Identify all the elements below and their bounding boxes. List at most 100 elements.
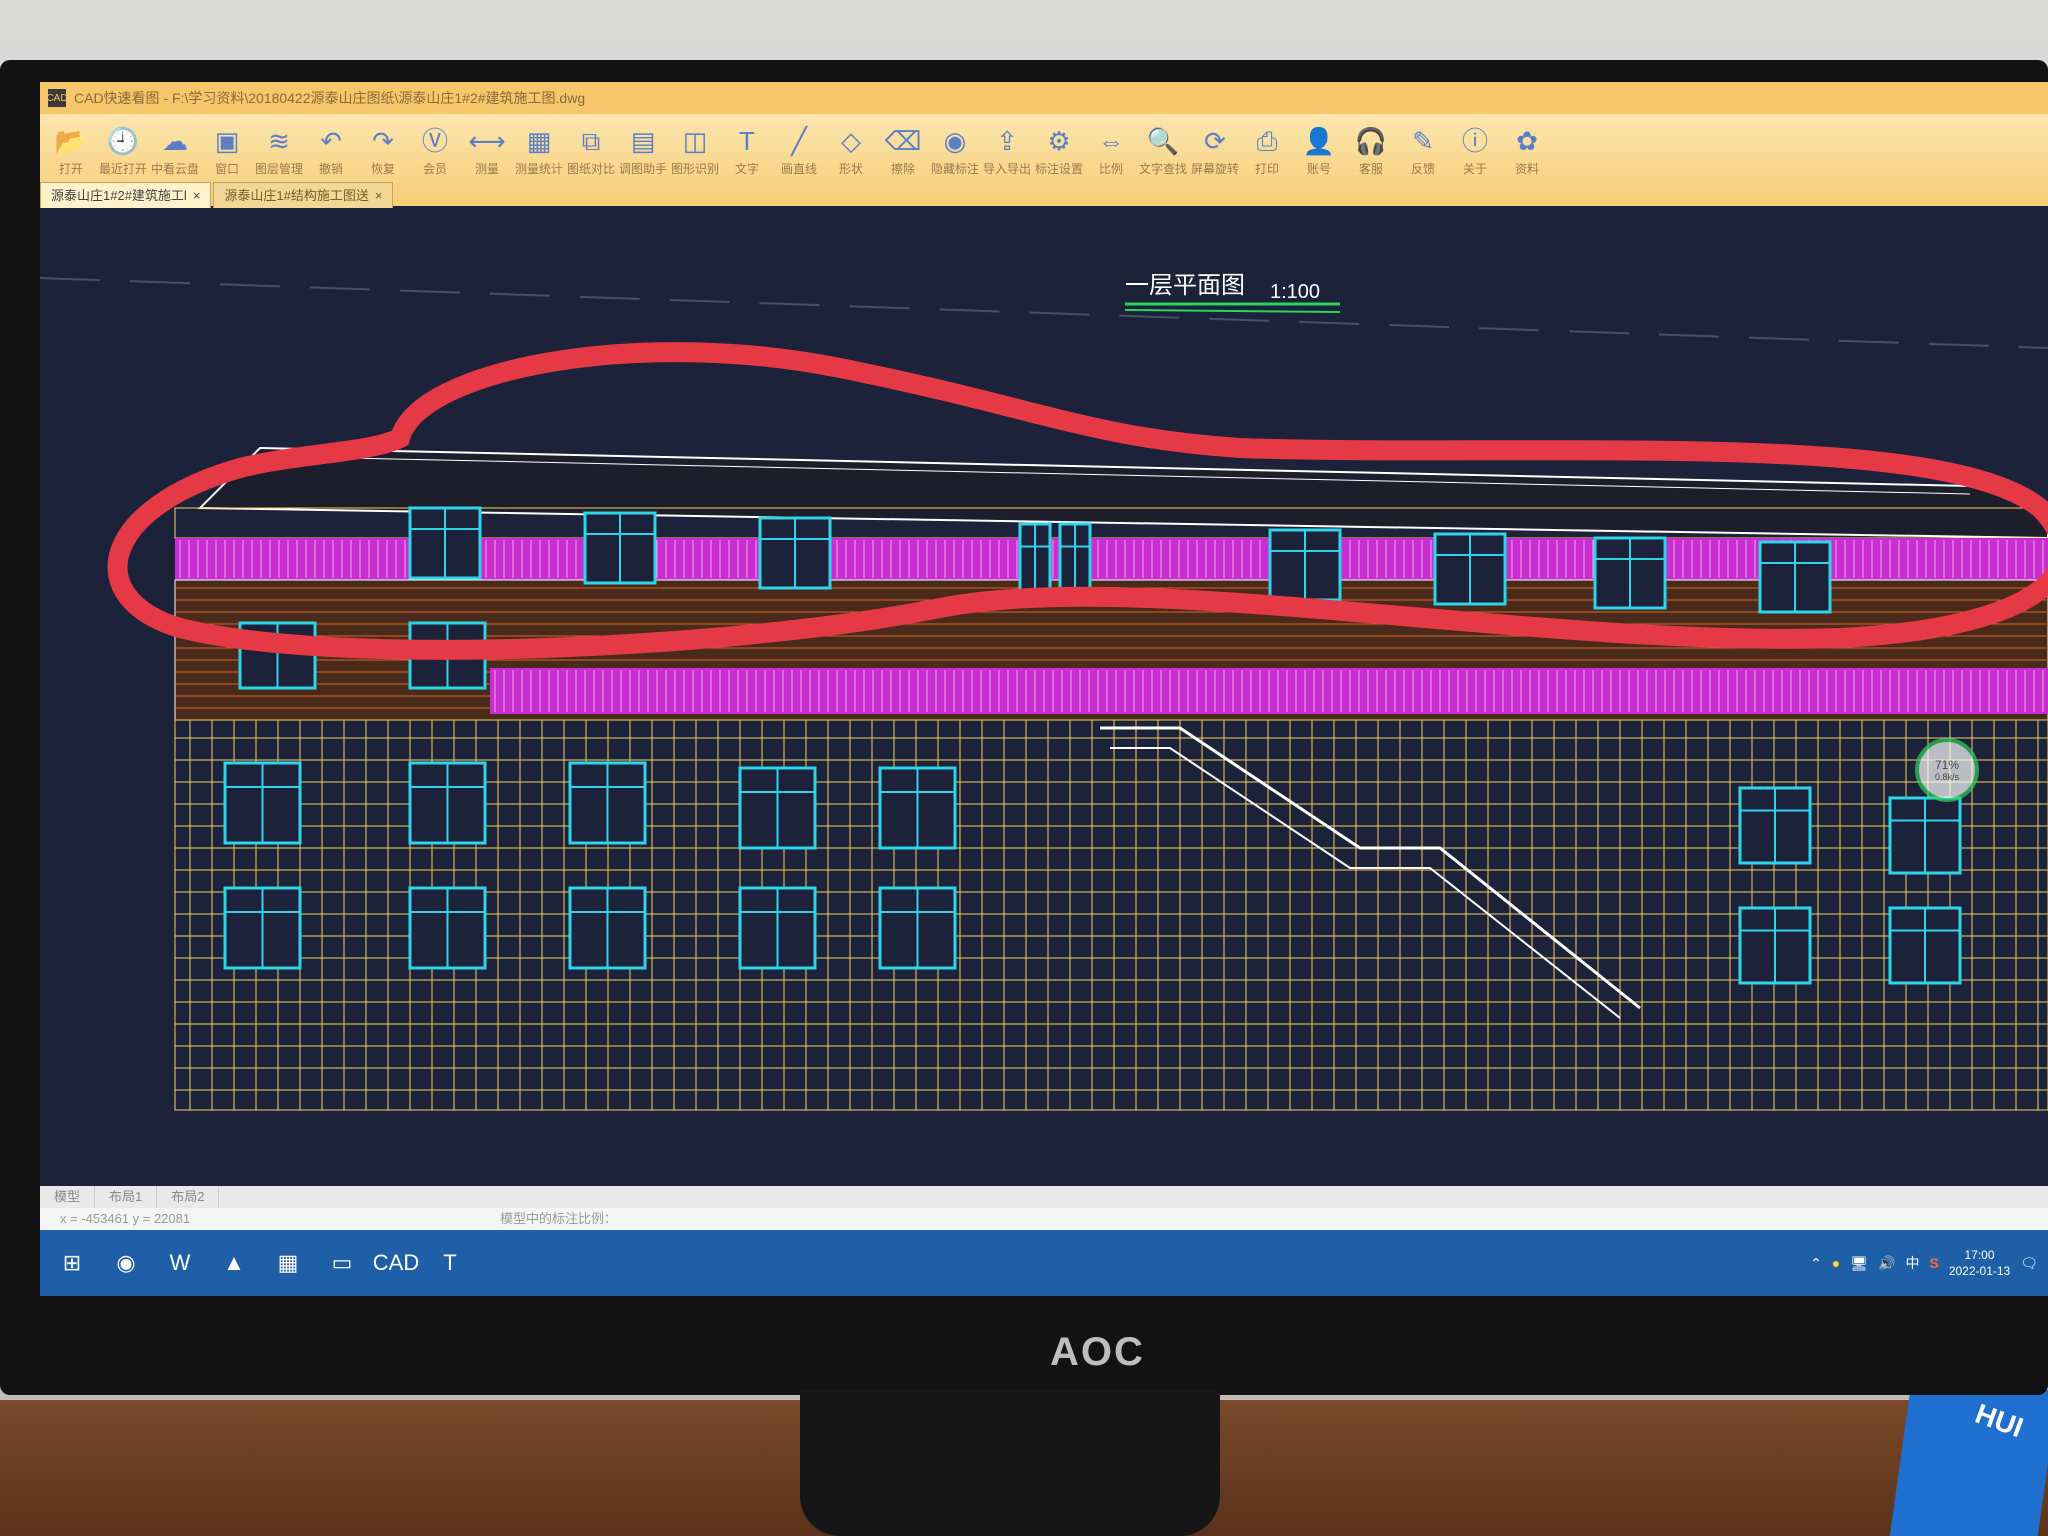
window: [758, 516, 832, 590]
cloud-icon: ☁: [162, 126, 188, 156]
document-tabs: 源泰山庄1#2#建筑施工l × 源泰山庄1#结构施工图送 ×: [40, 182, 395, 210]
tray-chevron-icon[interactable]: ⌃: [1810, 1255, 1822, 1272]
support-icon: 🎧: [1354, 126, 1388, 156]
ribbon-tool-label: 导入导出: [982, 162, 1031, 176]
undo-icon: ↶: [320, 126, 342, 156]
ribbon-tool-7[interactable]: Ⓥ 会员: [410, 126, 460, 177]
ribbon-tool-label: 关于: [1462, 162, 1487, 176]
ribbon-tool-label: 图层管理: [254, 162, 303, 176]
ribbon-tool-label: 反馈: [1410, 162, 1435, 176]
clock[interactable]: 17:00 2022-01-13: [1949, 1247, 2010, 1279]
browser-icon[interactable]: ◉: [104, 1241, 148, 1285]
hide-icon: ◉: [943, 126, 967, 156]
measure-stats-icon: ▦: [526, 126, 552, 156]
ribbon-tool-15[interactable]: ◇ 形状: [826, 126, 876, 177]
ribbon-tool-12[interactable]: ◫ 图形识别: [670, 126, 720, 177]
ribbon-tool-1[interactable]: 🕘 最近打开: [98, 126, 148, 177]
window: [1433, 532, 1507, 606]
ribbon-tool-14[interactable]: ╱ 画直线: [774, 126, 824, 177]
window: [878, 766, 957, 850]
explorer-icon[interactable]: ▭: [320, 1241, 364, 1285]
ribbon-tool-23[interactable]: ⎙ 打印: [1242, 126, 1292, 177]
window: [1738, 786, 1812, 865]
tab-close-icon[interactable]: ×: [193, 183, 201, 209]
ribbon-tool-13[interactable]: T 文字: [722, 126, 772, 177]
tab-label: 源泰山庄1#结构施工图送: [224, 188, 369, 203]
ribbon-tool-label: 撤销: [318, 162, 343, 176]
ribbon-tool-19[interactable]: ⚙ 标注设置: [1034, 126, 1084, 177]
text-app-icon[interactable]: T: [428, 1241, 472, 1285]
window: [1593, 536, 1667, 610]
ribbon-tool-label: 资料: [1514, 162, 1539, 176]
layout-tab-0[interactable]: 模型: [40, 1186, 96, 1208]
ribbon-tool-8[interactable]: ⟷ 测量: [462, 126, 512, 177]
ribbon-tool-28[interactable]: ✿ 资料: [1502, 126, 1552, 177]
tray-language[interactable]: 中: [1905, 1253, 1919, 1273]
document-tab-1[interactable]: 源泰山庄1#结构施工图送 ×: [213, 182, 394, 210]
layout-tab-2[interactable]: 布局2: [157, 1186, 220, 1208]
cad-icon[interactable]: CAD: [373, 1241, 419, 1285]
ribbon-tool-26[interactable]: ✎ 反馈: [1398, 126, 1448, 177]
ribbon-tool-25[interactable]: 🎧 客服: [1346, 126, 1396, 177]
sogou-ime-icon[interactable]: S: [1929, 1255, 1938, 1271]
document-tab-0[interactable]: 源泰山庄1#2#建筑施工l ×: [40, 182, 212, 210]
ribbon-tool-0[interactable]: 📂 打开: [46, 126, 96, 177]
compare-icon: ⧉: [581, 126, 601, 156]
blue-bag: [1889, 1390, 2048, 1536]
window: [408, 506, 482, 580]
notification-icon[interactable]: 🗨: [2020, 1255, 2038, 1272]
ribbon-tool-2[interactable]: ☁ 中看云盘: [150, 126, 200, 177]
ribbon-tool-6[interactable]: ↷ 恢复: [358, 126, 408, 177]
ribbon-tool-label: 调图助手: [618, 162, 667, 176]
ribbon-tool-10[interactable]: ⧉ 图纸对比: [566, 126, 616, 177]
window: [223, 761, 302, 845]
tray-status-icon[interactable]: ●: [1832, 1255, 1840, 1271]
ribbon-tool-16[interactable]: ⌫ 擦除: [878, 126, 928, 177]
ribbon-tool-3[interactable]: ▣ 窗口: [202, 126, 252, 177]
ribbon-tool-label: 账号: [1306, 162, 1331, 176]
ribbon-tool-label: 擦除: [890, 162, 915, 176]
ribbon-tool-label: 窗口: [214, 162, 239, 176]
ribbon-tool-9[interactable]: ▦ 测量统计: [514, 126, 564, 177]
window: [1268, 528, 1342, 602]
recognize-icon: ◫: [682, 126, 708, 156]
export-icon: ⇪: [996, 126, 1018, 156]
status-message: 模型中的标注比例：: [500, 1211, 618, 1226]
ribbon-tool-27[interactable]: ⓘ 关于: [1450, 126, 1500, 177]
wps-icon[interactable]: W: [158, 1241, 202, 1285]
ribbon-tool-11[interactable]: ▤ 调图助手: [618, 126, 668, 177]
ribbon-tool-label: 画直线: [780, 162, 817, 176]
clock-time: 17:00: [1964, 1248, 1995, 1262]
text-search-icon: 🔍: [1146, 126, 1180, 156]
window: [223, 886, 302, 970]
drawing-canvas[interactable]: 一层平面图 1:100 71% 0.8k/s: [40, 208, 2048, 1248]
rotate-icon: ⟳: [1204, 126, 1226, 156]
pdf-icon[interactable]: ▲: [212, 1241, 256, 1285]
ribbon-tool-5[interactable]: ↶ 撤销: [306, 126, 356, 177]
ribbon-tool-22[interactable]: ⟳ 屏幕旋转: [1190, 126, 1240, 177]
monitor-brand: AOC: [1050, 1330, 1145, 1374]
layout-tab-1[interactable]: 布局1: [95, 1186, 158, 1208]
window: [878, 886, 957, 970]
history-icon: 🕘: [106, 126, 140, 156]
ribbon-tool-18[interactable]: ⇪ 导入导出: [982, 126, 1032, 177]
feedback-icon: ✎: [1412, 126, 1434, 156]
ribbon-tool-4[interactable]: ≋ 图层管理: [254, 126, 304, 177]
start-icon[interactable]: ⊞: [50, 1241, 94, 1285]
ribbon-tool-24[interactable]: 👤 账号: [1294, 126, 1344, 177]
app-icon: CAD: [46, 89, 68, 107]
tab-close-icon[interactable]: ×: [375, 183, 383, 209]
volume-icon[interactable]: 🔊: [1878, 1255, 1895, 1272]
print-icon: ⎙: [1256, 126, 1278, 156]
ribbon-tool-20[interactable]: ⇔ 比例: [1086, 126, 1136, 177]
ribbon-tool-label: 最近打开: [98, 162, 147, 176]
network-icon[interactable]: 🖥: [1850, 1255, 1868, 1272]
window: [1888, 796, 1962, 875]
layers-icon: ≋: [268, 126, 290, 156]
apps-icon[interactable]: ▦: [266, 1241, 310, 1285]
window: [408, 886, 487, 970]
ribbon-tool-21[interactable]: 🔍 文字查找: [1138, 126, 1188, 177]
assistant-icon: ▤: [630, 126, 656, 156]
ribbon-tool-17[interactable]: ◉ 隐藏标注: [930, 126, 980, 177]
window: [568, 886, 647, 970]
